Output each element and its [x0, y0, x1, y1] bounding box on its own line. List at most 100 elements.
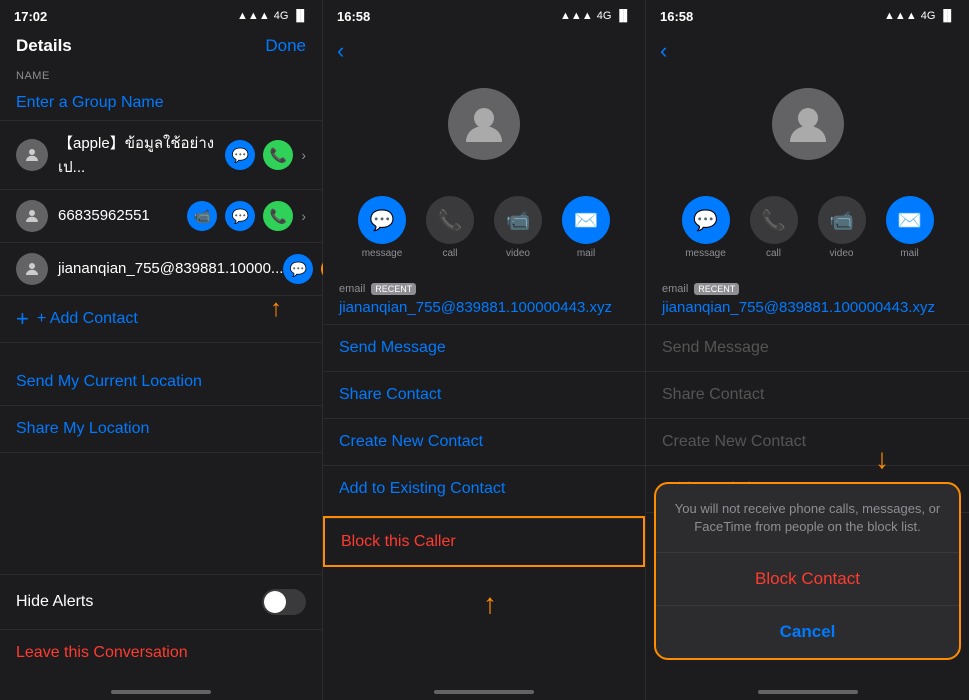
call-label-2: call [442, 248, 457, 259]
contact-row-2[interactable]: 66835962551 📹 💬 📞 › [0, 190, 322, 243]
leave-conversation-item[interactable]: Leave this Conversation [0, 629, 322, 676]
contact-actions-2: 📹 💬 📞 › [187, 201, 306, 231]
panel-details: 17:02 ▲▲▲ 4G ▐▌ Details Done NAME Enter … [0, 0, 323, 700]
contact-avatar-2 [16, 200, 48, 232]
panel2-header: ‹ [323, 30, 645, 72]
message-circle-btn-2[interactable]: 💬 [358, 196, 406, 244]
action-message-3[interactable]: 💬 message [682, 196, 730, 259]
profile-avatar-2 [448, 88, 520, 160]
panel-contact-detail: 16:58 ▲▲▲ 4G ▐▌ ‹ 💬 message 📞 call 📹 vid… [323, 0, 646, 700]
contact-name-3: jiananqian_755@839881.10000... [58, 260, 283, 277]
signal-icon-2: ▲▲▲ [560, 10, 593, 22]
signal-icon-1: ▲▲▲ [237, 10, 270, 22]
action-buttons-row-3: 💬 message 📞 call 📹 video ✉️ mail [646, 188, 969, 275]
mail-circle-btn-2[interactable]: ✉️ [562, 196, 610, 244]
create-new-contact-item-2[interactable]: Create New Contact [323, 418, 645, 465]
message-btn-2[interactable]: 💬 [225, 201, 255, 231]
mail-label-2: mail [577, 248, 595, 259]
action-video-2[interactable]: 📹 video [494, 196, 542, 259]
contact-row-1[interactable]: 【apple】ข้อมูลใช้อย่างเป... 💬 📞 › [0, 121, 322, 190]
video-label-3: video [830, 248, 854, 259]
call-btn-2[interactable]: 📞 [263, 201, 293, 231]
back-arrow-icon-3[interactable]: ‹ [660, 38, 667, 64]
status-bar-1: 17:02 ▲▲▲ 4G ▐▌ [0, 0, 322, 30]
block-dialog-text: You will not receive phone calls, messag… [656, 484, 959, 553]
block-caller-item-2[interactable]: Block this Caller [325, 518, 643, 565]
network-type-2: 4G [597, 10, 612, 22]
mail-label-3: mail [900, 248, 918, 259]
action-message-2[interactable]: 💬 message [358, 196, 406, 259]
status-icons-1: ▲▲▲ 4G ▐▌ [237, 10, 308, 22]
contact-name-2: 66835962551 [58, 207, 150, 224]
send-location-item[interactable]: Send My Current Location [0, 359, 322, 406]
action-mail-2[interactable]: ✉️ mail [562, 196, 610, 259]
contact-row-3[interactable]: jiananqian_755@839881.10000... 💬 › ↑ [0, 243, 322, 296]
send-message-item-2[interactable]: Send Message [323, 324, 645, 371]
back-arrow-icon[interactable]: ‹ [337, 38, 344, 64]
action-call-3[interactable]: 📞 call [750, 196, 798, 259]
video-label-2: video [506, 248, 530, 259]
status-time-3: 16:58 [660, 9, 693, 24]
hide-alerts-row[interactable]: Hide Alerts [0, 574, 322, 629]
arrow-annotation-2: ↑ [483, 588, 497, 620]
done-button[interactable]: Done [265, 36, 306, 56]
mail-circle-btn-3[interactable]: ✉️ [886, 196, 934, 244]
call-circle-btn-2[interactable]: 📞 [426, 196, 474, 244]
group-name-input[interactable]: Enter a Group Name [0, 86, 322, 121]
block-contact-confirm-button[interactable]: Block Contact [656, 553, 959, 606]
video-circle-btn-2[interactable]: 📹 [494, 196, 542, 244]
video-circle-btn-3[interactable]: 📹 [818, 196, 866, 244]
status-bar-3: 16:58 ▲▲▲ 4G ▐▌ [646, 0, 969, 30]
name-section-label: NAME [0, 64, 322, 86]
send-message-item-3: Send Message [646, 324, 969, 371]
hide-alerts-toggle[interactable] [262, 589, 306, 615]
block-contact-cancel-button[interactable]: Cancel [656, 606, 959, 658]
panel-block-confirm: 16:58 ▲▲▲ 4G ▐▌ ‹ 💬 message 📞 call 📹 vid… [646, 0, 969, 700]
home-bar-3 [758, 690, 858, 694]
email-section-2: email RECENT jiananqian_755@839881.10000… [323, 275, 645, 324]
hide-alerts-label: Hide Alerts [16, 593, 93, 611]
share-location-item[interactable]: Share My Location [0, 406, 322, 453]
arrow-annotation-1: ↑ [270, 295, 282, 323]
network-type-3: 4G [921, 10, 936, 22]
action-buttons-row-2: 💬 message 📞 call 📹 video ✉️ mail [323, 188, 645, 275]
action-mail-3[interactable]: ✉️ mail [886, 196, 934, 259]
network-type-1: 4G [274, 10, 289, 22]
status-time-2: 16:58 [337, 9, 370, 24]
add-contact-label[interactable]: + Add Contact [37, 310, 138, 328]
contact-info-3: jiananqian_755@839881.10000... [58, 260, 283, 278]
share-contact-item-3: Share Contact [646, 371, 969, 418]
email-label-row-3: email RECENT [662, 283, 953, 295]
chevron-2: › [301, 208, 306, 224]
call-label-3: call [766, 248, 781, 259]
email-value-3[interactable]: jiananqian_755@839881.100000443.xyz [662, 299, 953, 316]
profile-section-3 [646, 72, 969, 188]
email-label-3: email [662, 283, 688, 295]
signal-icon-3: ▲▲▲ [884, 10, 917, 22]
email-label-2: email [339, 283, 365, 295]
share-contact-item-2[interactable]: Share Contact [323, 371, 645, 418]
panel1-header: Details Done [0, 30, 322, 64]
contact-info-1: 【apple】ข้อมูลใช้อย่างเป... [58, 131, 225, 179]
call-circle-btn-3[interactable]: 📞 [750, 196, 798, 244]
home-bar-2 [434, 690, 534, 694]
call-btn-1[interactable]: 📞 [263, 140, 293, 170]
recent-badge-2: RECENT [371, 283, 416, 295]
email-label-row-2: email RECENT [339, 283, 629, 295]
action-call-2[interactable]: 📞 call [426, 196, 474, 259]
add-plus-icon: + [16, 306, 29, 332]
email-value-2[interactable]: jiananqian_755@839881.100000443.xyz [339, 299, 629, 316]
battery-icon-2: ▐▌ [615, 10, 631, 22]
video-btn-2[interactable]: 📹 [187, 201, 217, 231]
arrow-annotation-3: ↓ [875, 443, 889, 475]
message-btn-1[interactable]: 💬 [225, 140, 255, 170]
message-circle-btn-3[interactable]: 💬 [682, 196, 730, 244]
profile-avatar-3 [772, 88, 844, 160]
panel3-header: ‹ [646, 30, 969, 72]
create-new-contact-item-3: Create New Contact [646, 418, 969, 465]
add-existing-contact-item-2[interactable]: Add to Existing Contact [323, 465, 645, 512]
status-bar-2: 16:58 ▲▲▲ 4G ▐▌ [323, 0, 645, 30]
email-section-3: email RECENT jiananqian_755@839881.10000… [646, 275, 969, 324]
message-btn-3[interactable]: 💬 [283, 254, 313, 284]
action-video-3[interactable]: 📹 video [818, 196, 866, 259]
